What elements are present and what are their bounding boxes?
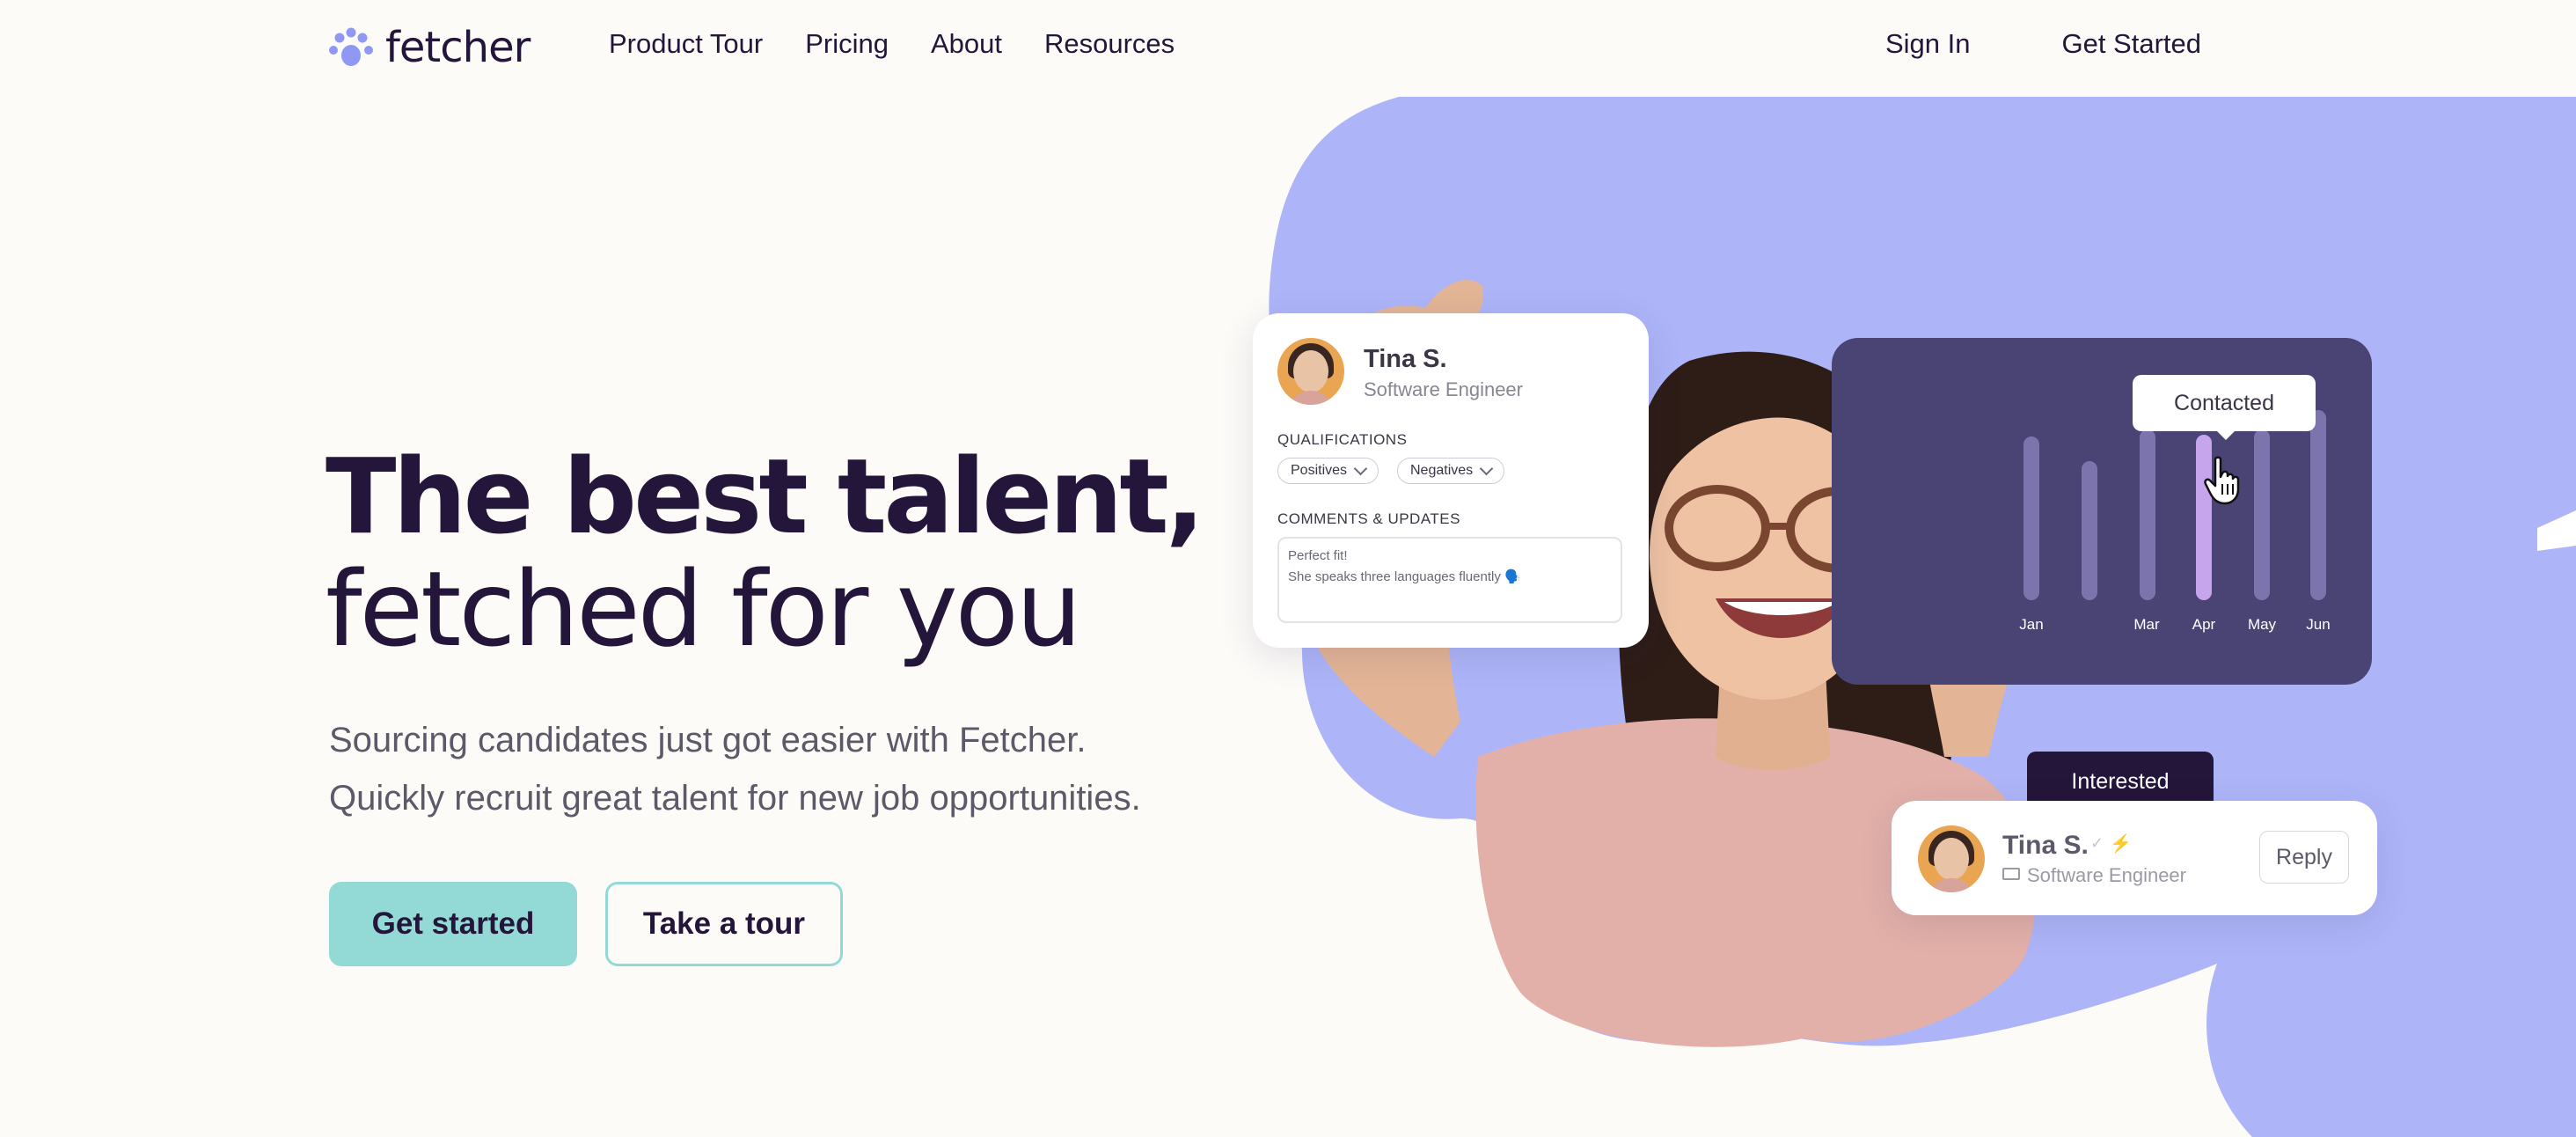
qualifications-label: QUALIFICATIONS [1277,431,1408,448]
avatar [1277,338,1344,405]
chart-bar [2023,436,2039,600]
candidate-role: Software Engineer [1364,378,1523,400]
comment-line1: Perfect fit! [1288,548,1348,563]
chart-bar [2310,410,2326,600]
chevron-down-icon [1479,461,1494,476]
chart-tick-label: Mar [2133,616,2160,633]
positives-label: Positives [1291,463,1348,478]
lightning-icon: ⚡ [2110,834,2132,854]
comments-label: COMMENTS & UPDATES [1277,510,1460,527]
comments-field[interactable]: Perfect fit! She speaks three languages … [1277,537,1622,623]
chart-tick-label: Jan [2019,616,2044,633]
chart-bar [2082,461,2097,600]
hand-pointer-icon [2204,456,2240,505]
avatar [1918,825,1985,892]
chart-tick-label: May [2247,616,2277,633]
candidate-profile-card[interactable]: Tina S. Software Engineer QUALIFICATIONS… [1253,313,1649,648]
positives-dropdown[interactable]: Positives [1277,458,1379,484]
negatives-dropdown[interactable]: Negatives [1397,458,1505,484]
folder-icon [2002,868,2020,880]
reply-button[interactable]: Reply [2259,831,2349,884]
chevron-down-icon [1353,461,1368,476]
reply-candidate-name: Tina S. [2002,831,2089,860]
chart-bar [2140,429,2155,600]
comment-line2: She speaks three languages fluently 🗣️ [1288,569,1521,584]
check-icon: ✓ [2090,834,2104,852]
contacted-tooltip: Contacted [2133,375,2316,440]
chart-tick-label: Jun [2306,616,2331,633]
negatives-label: Negatives [1410,463,1474,478]
chart-tick-label: Apr [2192,616,2216,633]
candidate-name: Tina S. [1364,345,1447,373]
chart-bar [2254,429,2270,600]
reply-candidate-role: Software Engineer [2027,864,2186,886]
candidate-reply-card[interactable]: Tina S. ✓ ⚡ Software Engineer Reply [1892,801,2377,915]
